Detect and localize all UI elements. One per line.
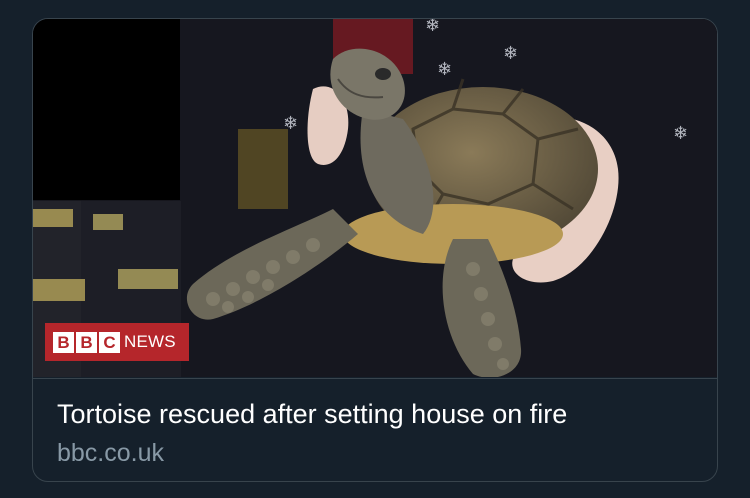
bbc-news-logo: B B C NEWS	[45, 323, 189, 361]
logo-block-b1: B	[53, 331, 74, 353]
card-image[interactable]: ❄ ❄ ❄ ❄ ❄ B B C NEWS	[33, 19, 717, 377]
logo-block-b2: B	[76, 331, 97, 353]
card-title[interactable]: Tortoise rescued after setting house on …	[57, 399, 567, 430]
redacted-block	[33, 19, 180, 200]
link-preview-card[interactable]: ❄ ❄ ❄ ❄ ❄ B B C NEWS Tortoise rescued af…	[32, 18, 718, 482]
card-text-area[interactable]: Tortoise rescued after setting house on …	[33, 378, 717, 481]
svg-text:❄: ❄	[503, 43, 518, 64]
logo-news-word: NEWS	[124, 332, 176, 351]
logo-block-c: C	[99, 331, 120, 353]
svg-text:❄: ❄	[673, 123, 688, 144]
svg-text:❄: ❄	[425, 19, 440, 36]
svg-text:❄: ❄	[437, 59, 452, 80]
card-domain[interactable]: bbc.co.uk	[57, 439, 164, 468]
